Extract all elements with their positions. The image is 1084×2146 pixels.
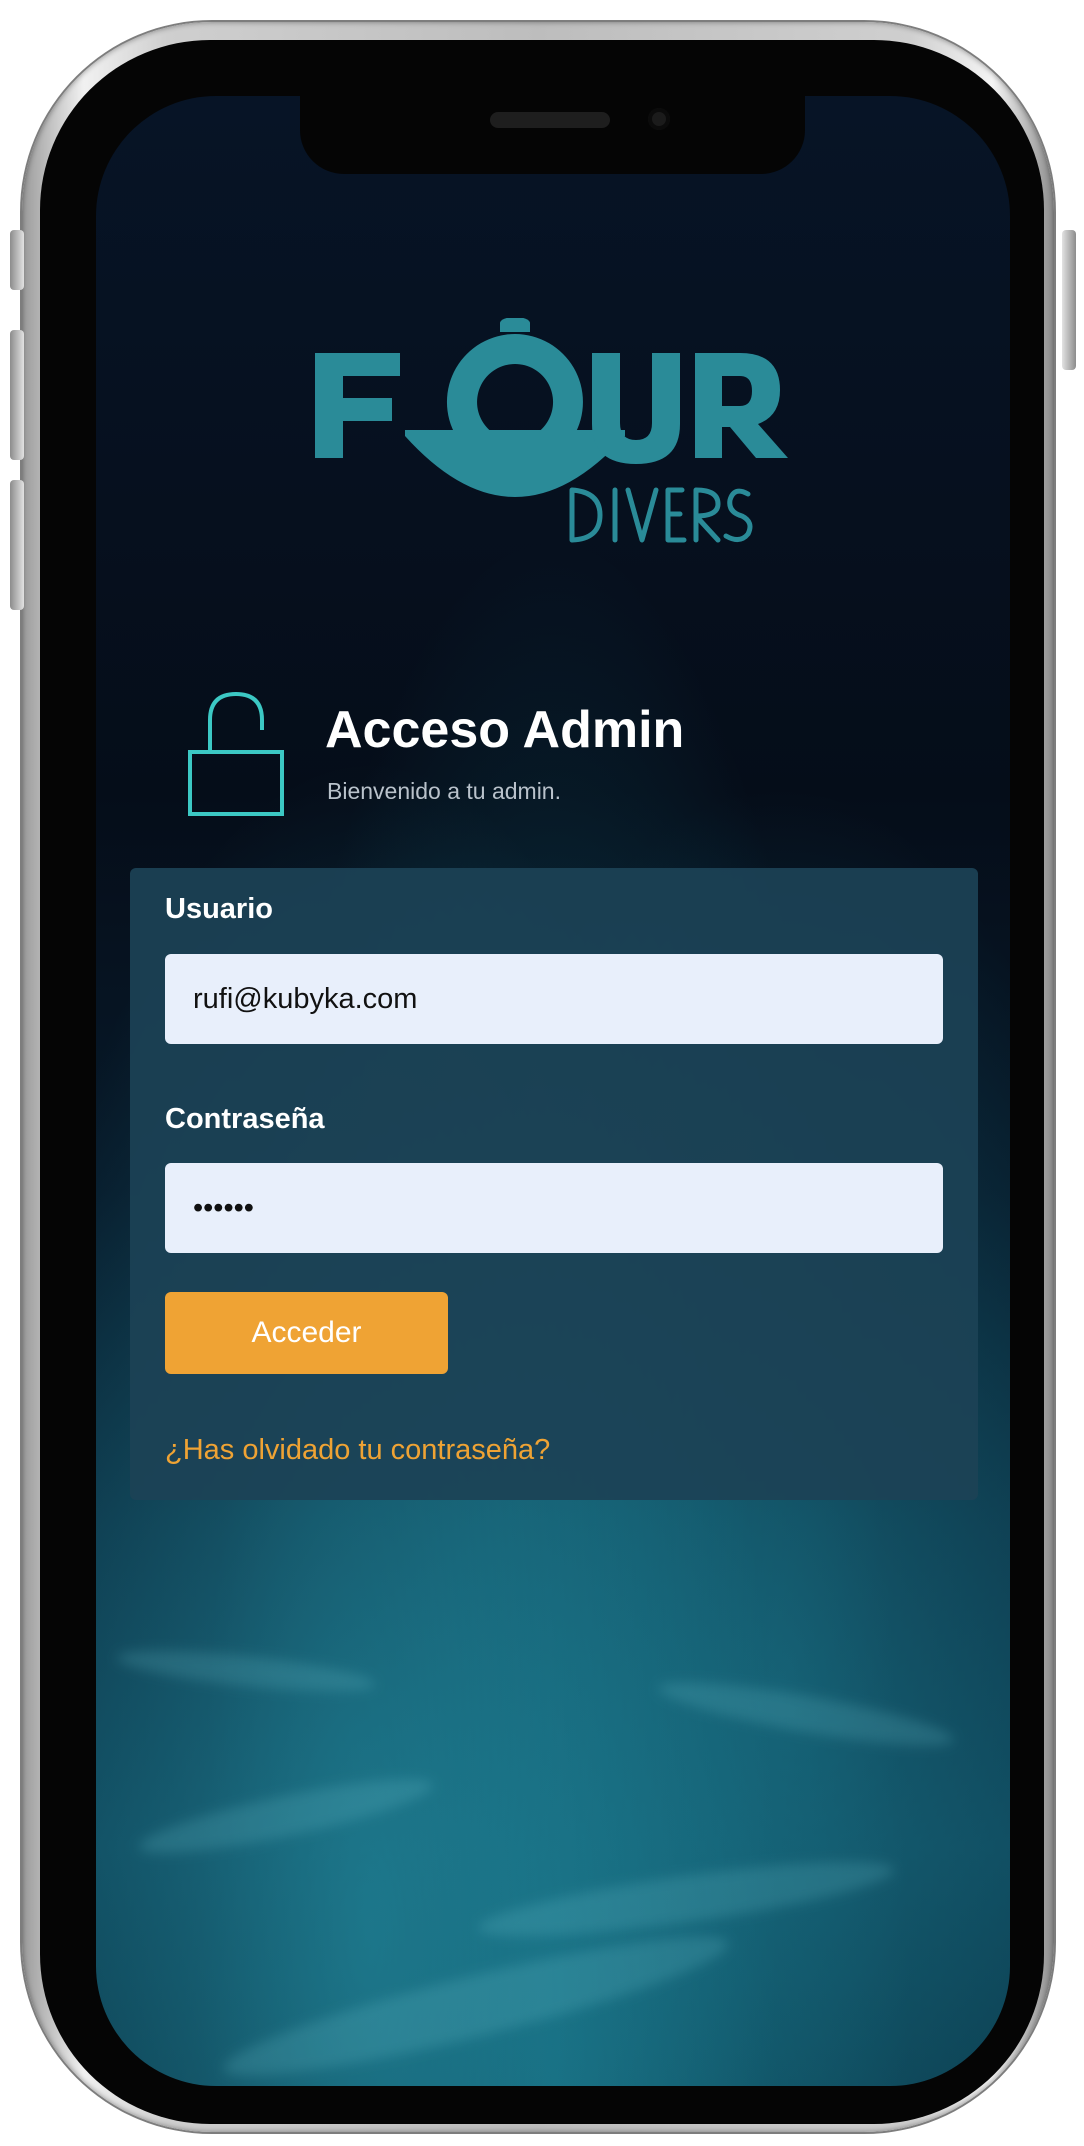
volume-up-button	[10, 330, 24, 460]
logo-subword	[569, 487, 753, 543]
password-input[interactable]: ••••••	[165, 1163, 943, 1253]
water-caustic	[135, 1765, 437, 1867]
forgot-password-link[interactable]: ¿Has olvidado tu contraseña?	[165, 1434, 550, 1467]
earpiece-speaker	[490, 112, 610, 128]
mute-switch	[10, 230, 24, 290]
volume-down-button	[10, 480, 24, 610]
password-label: Contraseña	[165, 1103, 325, 1135]
water-caustic	[115, 1642, 377, 1700]
phone-notch	[300, 96, 805, 174]
water-caustic	[655, 1670, 957, 1758]
device-mockup: Acceso Admin Bienvenido a tu admin. Usua…	[0, 0, 1084, 2146]
four-divers-logo	[315, 318, 788, 543]
water-caustic	[216, 1913, 736, 2086]
user-input[interactable]: rufi@kubyka.com	[165, 954, 943, 1044]
page-subtitle: Bienvenido a tu admin.	[327, 778, 561, 804]
front-camera	[648, 108, 670, 130]
power-button	[1062, 230, 1076, 370]
submit-button[interactable]: Acceder	[165, 1292, 448, 1374]
water-caustic	[474, 1846, 898, 1952]
logo-lettering	[315, 318, 788, 497]
page-title: Acceso Admin	[325, 701, 685, 759]
user-label: Usuario	[165, 893, 273, 925]
unlock-icon	[188, 691, 284, 816]
